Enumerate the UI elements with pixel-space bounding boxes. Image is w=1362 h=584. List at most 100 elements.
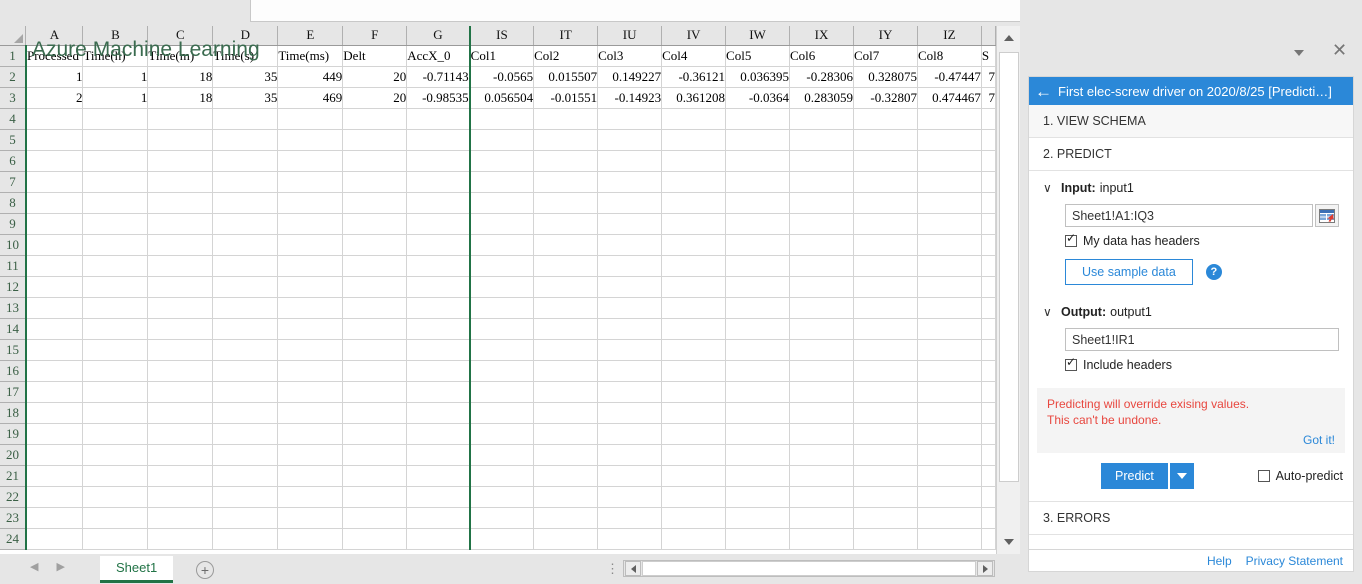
- row-header-17[interactable]: 17: [0, 381, 27, 403]
- cell-iv1[interactable]: Col4: [661, 45, 727, 67]
- cell-empty[interactable]: [277, 339, 344, 361]
- predict-dropdown-button[interactable]: [1169, 463, 1194, 490]
- cell-empty[interactable]: [597, 255, 663, 277]
- row-header-22[interactable]: 22: [0, 486, 27, 508]
- row-header-8[interactable]: 8: [0, 192, 27, 214]
- scroll-down-button[interactable]: [997, 530, 1021, 554]
- cell-empty[interactable]: [533, 423, 599, 445]
- cell-empty[interactable]: [917, 234, 982, 256]
- cell-empty[interactable]: [212, 297, 279, 319]
- cell-empty[interactable]: [82, 360, 149, 382]
- cell-empty[interactable]: [24, 381, 84, 403]
- cell-empty[interactable]: [82, 255, 149, 277]
- cell-empty[interactable]: [342, 402, 408, 424]
- cell-iz3[interactable]: 0.474467: [917, 87, 982, 109]
- cell-empty[interactable]: [597, 234, 663, 256]
- cell-f1[interactable]: Delt: [342, 45, 408, 67]
- cell-empty[interactable]: [212, 339, 279, 361]
- cell-empty[interactable]: [789, 444, 854, 466]
- pane-close-button[interactable]: ✕: [1332, 41, 1347, 59]
- cell-clipped1[interactable]: S: [981, 45, 996, 67]
- cell-empty[interactable]: [147, 192, 214, 214]
- auto-predict-row[interactable]: Auto-predict: [1257, 469, 1343, 483]
- cell-empty[interactable]: [789, 276, 854, 298]
- row-header-3[interactable]: 3: [0, 87, 27, 109]
- cell-empty[interactable]: [597, 276, 663, 298]
- cell-iv2[interactable]: -0.36121: [661, 66, 727, 88]
- cell-empty[interactable]: [981, 402, 996, 424]
- cell-empty[interactable]: [533, 213, 599, 235]
- cell-empty[interactable]: [277, 423, 344, 445]
- cell-empty[interactable]: [212, 129, 279, 151]
- output-headers-checkbox-row[interactable]: Include headers: [1065, 356, 1339, 372]
- cell-empty[interactable]: [147, 360, 214, 382]
- cell-ix2[interactable]: -0.28306: [789, 66, 854, 88]
- cell-empty[interactable]: [853, 444, 918, 466]
- cell-empty[interactable]: [917, 129, 982, 151]
- row-header-4[interactable]: 4: [0, 108, 27, 130]
- cell-empty[interactable]: [981, 360, 996, 382]
- cell-empty[interactable]: [82, 528, 149, 550]
- cell-empty[interactable]: [597, 297, 663, 319]
- row-header-24[interactable]: 24: [0, 528, 27, 550]
- cell-empty[interactable]: [147, 507, 214, 529]
- cell-empty[interactable]: [147, 444, 214, 466]
- cell-empty[interactable]: [468, 423, 535, 445]
- row-header-7[interactable]: 7: [0, 171, 27, 193]
- cell-empty[interactable]: [212, 276, 279, 298]
- cell-empty[interactable]: [24, 423, 84, 445]
- cell-empty[interactable]: [917, 402, 982, 424]
- cell-empty[interactable]: [981, 213, 996, 235]
- help-link[interactable]: Help: [1207, 554, 1232, 568]
- cell-iz1[interactable]: Col8: [917, 45, 982, 67]
- cell-empty[interactable]: [661, 129, 727, 151]
- cell-empty[interactable]: [981, 108, 996, 130]
- cell-empty[interactable]: [981, 486, 996, 508]
- cell-empty[interactable]: [147, 339, 214, 361]
- cell-empty[interactable]: [661, 528, 727, 550]
- cell-empty[interactable]: [406, 528, 471, 550]
- cell-empty[interactable]: [533, 402, 599, 424]
- cell-empty[interactable]: [277, 444, 344, 466]
- cell-empty[interactable]: [917, 108, 982, 130]
- cell-empty[interactable]: [342, 423, 408, 445]
- cell-empty[interactable]: [24, 444, 84, 466]
- cell-empty[interactable]: [597, 444, 663, 466]
- cell-empty[interactable]: [789, 423, 854, 445]
- cell-e1[interactable]: Time(ms): [277, 45, 344, 67]
- cell-empty[interactable]: [981, 318, 996, 340]
- cell-empty[interactable]: [533, 318, 599, 340]
- cell-empty[interactable]: [661, 423, 727, 445]
- cell-empty[interactable]: [533, 192, 599, 214]
- cell-empty[interactable]: [533, 108, 599, 130]
- cell-empty[interactable]: [406, 360, 471, 382]
- cell-empty[interactable]: [24, 339, 84, 361]
- cell-empty[interactable]: [147, 297, 214, 319]
- cell-empty[interactable]: [597, 381, 663, 403]
- cell-empty[interactable]: [82, 192, 149, 214]
- cell-empty[interactable]: [533, 171, 599, 193]
- got-it-link[interactable]: Got it!: [1047, 433, 1335, 447]
- cell-empty[interactable]: [342, 213, 408, 235]
- cell-empty[interactable]: [277, 318, 344, 340]
- column-header-iw[interactable]: IW: [725, 26, 791, 46]
- column-header-e[interactable]: E: [277, 26, 344, 46]
- cell-empty[interactable]: [725, 129, 791, 151]
- cell-empty[interactable]: [24, 486, 84, 508]
- cell-empty[interactable]: [468, 234, 535, 256]
- cell-empty[interactable]: [981, 528, 996, 550]
- cell-empty[interactable]: [597, 213, 663, 235]
- cell-empty[interactable]: [981, 423, 996, 445]
- cell-e3[interactable]: 469: [277, 87, 344, 109]
- cell-empty[interactable]: [661, 402, 727, 424]
- cell-empty[interactable]: [468, 213, 535, 235]
- cell-empty[interactable]: [468, 108, 535, 130]
- cell-a3[interactable]: 2: [24, 87, 84, 109]
- cell-empty[interactable]: [24, 129, 84, 151]
- cell-empty[interactable]: [981, 276, 996, 298]
- cell-empty[interactable]: [725, 150, 791, 172]
- cell-empty[interactable]: [725, 171, 791, 193]
- cell-empty[interactable]: [853, 381, 918, 403]
- cell-empty[interactable]: [789, 150, 854, 172]
- cell-g2[interactable]: -0.71143: [406, 66, 471, 88]
